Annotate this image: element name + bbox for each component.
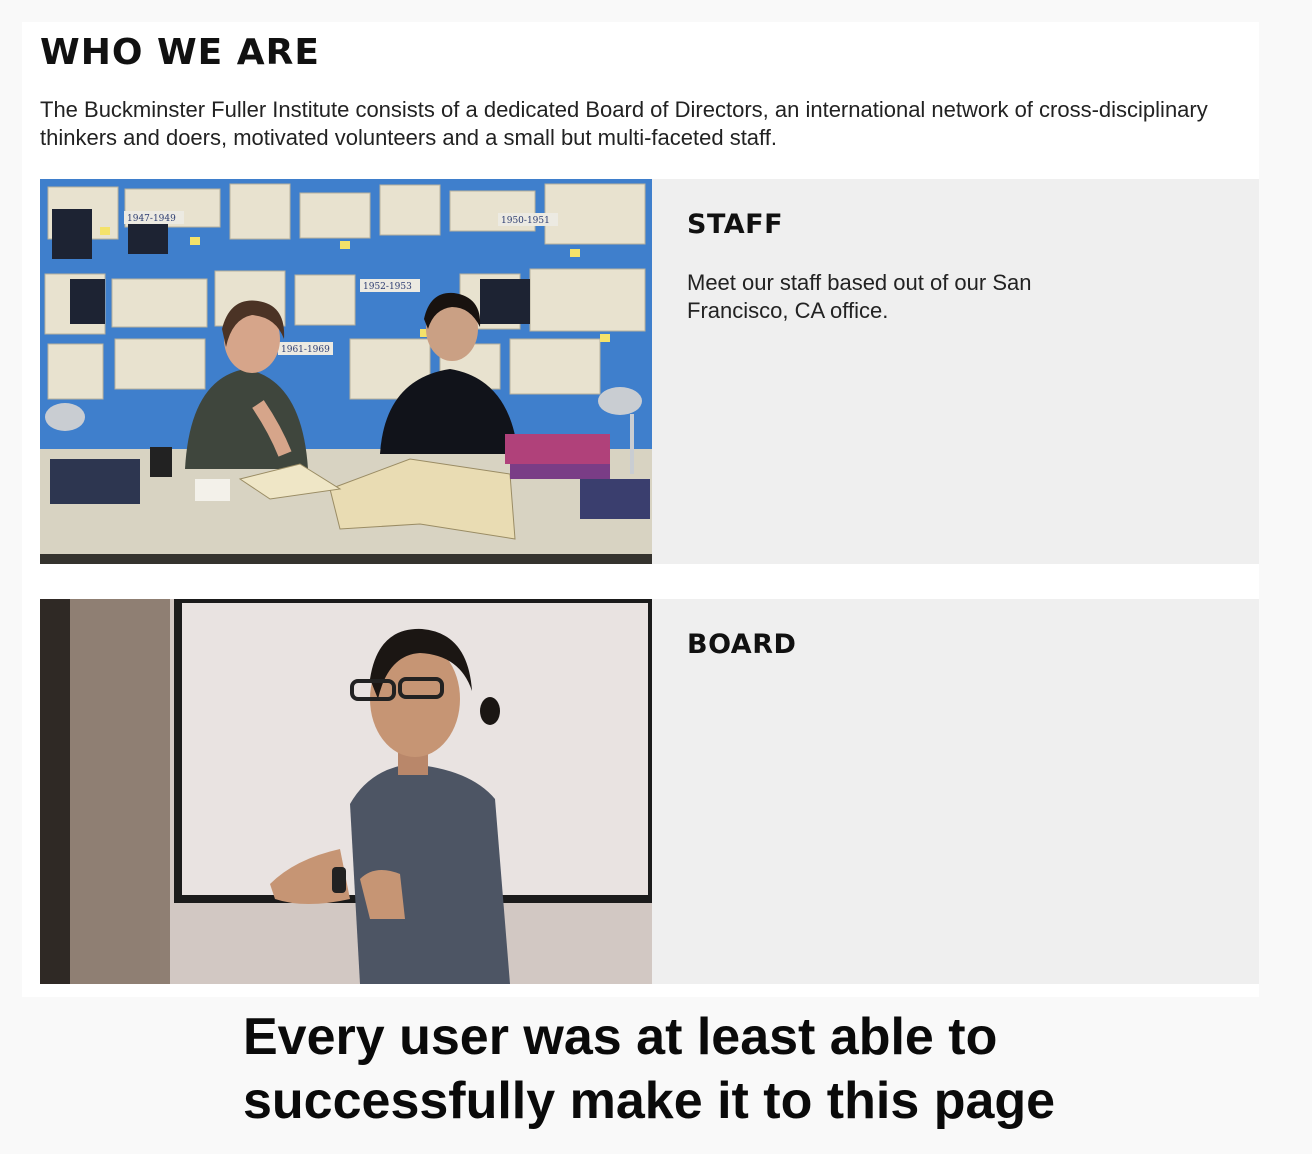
board-card[interactable]: BOARD bbox=[40, 599, 1259, 984]
caption-text: Every user was at least able to successf… bbox=[243, 1008, 1056, 1130]
page-title: WHO WE ARE bbox=[40, 32, 320, 73]
staff-photo[interactable]: 1947-1949 1950-1951 1952-1953 1961-1969 bbox=[40, 179, 652, 564]
board-title[interactable]: BOARD bbox=[687, 629, 796, 660]
staff-card[interactable]: 1947-1949 1950-1951 1952-1953 1961-1969 bbox=[40, 179, 1259, 564]
staff-title[interactable]: STAFF bbox=[687, 209, 783, 240]
intro-paragraph: The Buckminster Fuller Institute consist… bbox=[40, 97, 1208, 150]
board-photo[interactable] bbox=[40, 599, 652, 984]
era-label: 1952-1953 bbox=[363, 282, 412, 292]
era-label: 1947-1949 bbox=[127, 214, 176, 224]
staff-description: Meet our staff based out of our San Fran… bbox=[687, 270, 1032, 323]
board-photo-image bbox=[40, 599, 652, 984]
era-label: 1950-1951 bbox=[501, 216, 550, 226]
who-we-are-page: WHO WE ARE The Buckminster Fuller Instit… bbox=[22, 22, 1259, 997]
staff-photo-image: 1947-1949 1950-1951 1952-1953 1961-1969 bbox=[40, 179, 652, 564]
era-label: 1961-1969 bbox=[281, 345, 330, 355]
